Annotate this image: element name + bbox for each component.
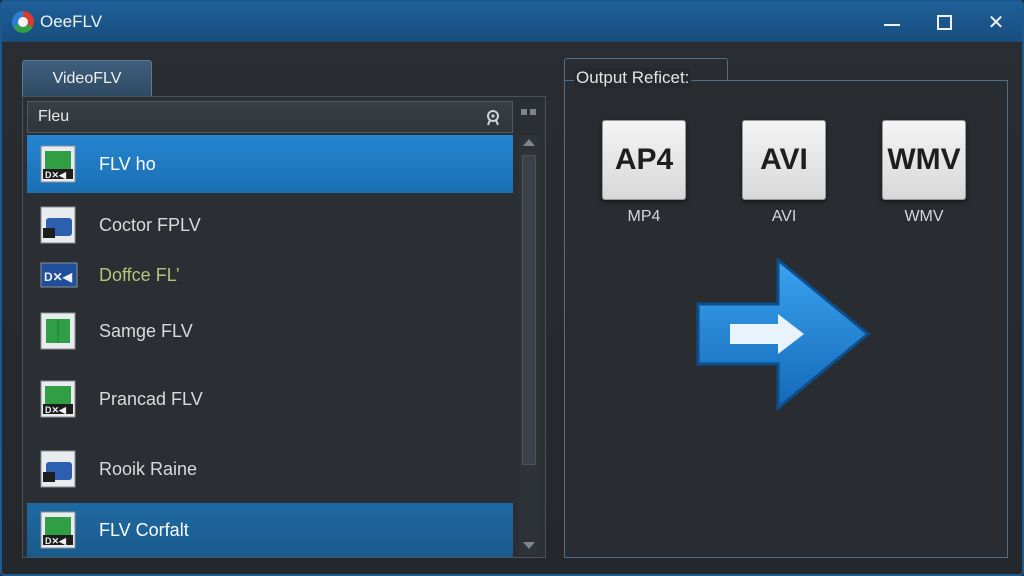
tab-label: VideoFLV: [52, 69, 122, 87]
scroll-down-icon[interactable]: [523, 542, 535, 549]
flv-file-green-icon: D✕◀: [40, 380, 76, 418]
list-item[interactable]: Rooik Raine: [27, 441, 513, 497]
file-name: Doffce FL’: [99, 264, 180, 285]
list-item[interactable]: D✕◀ FLV ho: [27, 135, 513, 193]
svg-text:D✕◀: D✕◀: [45, 536, 67, 546]
app-window: OeeFLV ✕ VideoFLV Fleu D✕◀ FLV ho Coctor…: [0, 0, 1024, 576]
convert-arrow-icon[interactable]: [696, 258, 872, 410]
file-name: FLV ho: [99, 153, 156, 174]
format-label: MP4: [627, 208, 661, 225]
flv-file-green-icon: D✕◀: [40, 511, 76, 549]
close-button[interactable]: ✕: [970, 2, 1022, 42]
list-header-label: Fleu: [38, 108, 70, 125]
list-item[interactable]: D✕◀ Pranсad FLV: [27, 371, 513, 427]
format-tile[interactable]: AVI: [742, 120, 826, 200]
scroll-thumb[interactable]: [522, 155, 536, 465]
list-item[interactable]: Coctor FPLV: [27, 201, 513, 249]
list-item[interactable]: D✕◀ FLV Corfalt: [27, 503, 513, 557]
format-wmv[interactable]: WMV WMV: [882, 120, 966, 226]
minimize-icon: [884, 24, 900, 26]
list-item[interactable]: Samge FLV: [27, 303, 513, 359]
file-name: Coctor FPLV: [99, 214, 201, 235]
maximize-icon: [936, 14, 952, 30]
title-bar[interactable]: OeeFLV ✕: [2, 2, 1022, 42]
format-mp4[interactable]: AP4 MP4: [602, 120, 686, 226]
format-label: AVI: [771, 208, 797, 225]
tab-videoflv[interactable]: VideoFLV: [22, 60, 152, 96]
list-scrollbar[interactable]: [519, 135, 539, 555]
flv-file-blue-icon: [40, 206, 76, 244]
file-name: FLV Corfalt: [99, 519, 189, 540]
column-grip-icon[interactable]: [517, 109, 539, 117]
format-label: WMV: [904, 208, 944, 225]
flv-file-strip-icon: D✕◀: [40, 262, 78, 288]
list-item[interactable]: D✕◀ Doffce FL’: [27, 257, 513, 293]
file-name: Rooik Raine: [99, 458, 198, 479]
window-controls: ✕: [866, 2, 1022, 42]
svg-text:D✕◀: D✕◀: [45, 170, 67, 180]
svg-text:D✕◀: D✕◀: [44, 270, 73, 284]
file-list-header[interactable]: Fleu: [27, 101, 513, 133]
maximize-button[interactable]: [918, 2, 970, 42]
app-logo-icon: [12, 11, 34, 33]
flv-file-blue-icon: [40, 450, 76, 488]
minimize-button[interactable]: [866, 2, 918, 42]
svg-text:D✕◀: D✕◀: [45, 405, 67, 415]
format-tile[interactable]: AP4: [602, 120, 686, 200]
flv-file-green-icon: D✕◀: [40, 145, 76, 183]
file-name: Samge FLV: [99, 320, 193, 341]
close-icon: ✕: [987, 11, 1005, 34]
search-icon[interactable]: [484, 109, 502, 127]
output-title: Output Reficet:: [574, 68, 692, 88]
file-list-panel: Fleu D✕◀ FLV ho Coctor FPLV D✕◀ Doffce F…: [22, 96, 546, 558]
file-name: Pranсad FLV: [99, 388, 203, 409]
window-title: OeeFLV: [40, 12, 103, 31]
scroll-up-icon[interactable]: [523, 139, 535, 146]
flv-file-green-icon: [40, 312, 76, 350]
format-tile[interactable]: WMV: [882, 120, 966, 200]
format-avi[interactable]: AVI AVI: [742, 120, 826, 226]
